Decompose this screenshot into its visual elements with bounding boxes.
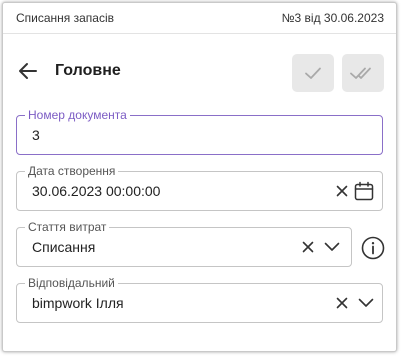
expense-item-label: Стаття витрат [25,220,110,234]
close-icon [336,185,348,197]
window-title: Списання запасів [16,11,115,25]
created-date-label: Дата створення [25,164,119,178]
responsible-field[interactable]: Відповідальний bimpwork Ілля [16,276,383,323]
document-info: №3 від 30.06.2023 [281,11,384,25]
responsible-dropdown-button[interactable] [355,292,377,314]
document-window: Списання запасів №3 від 30.06.2023 Голов… [2,2,397,352]
chevron-down-icon [358,298,374,307]
approve-all-button[interactable] [342,54,384,92]
info-icon [361,236,385,260]
back-button[interactable] [16,59,40,83]
check-icon [305,67,321,79]
doc-number-label: Номер документа [25,108,130,122]
section-title: Головне [55,62,121,79]
arrow-left-icon [19,63,37,79]
expense-item-info-button[interactable] [360,235,386,261]
approve-button[interactable] [292,54,334,92]
close-icon [336,297,348,309]
close-icon [302,241,314,253]
title-bar: Списання запасів №3 від 30.06.2023 [3,3,396,34]
clear-date-button[interactable] [331,180,353,202]
expense-item-value: Списання [32,239,96,255]
responsible-value: bimpwork Ілля [32,295,124,311]
expense-item-dropdown-button[interactable] [321,236,343,258]
clear-expense-item-button[interactable] [297,236,319,258]
expense-item-field[interactable]: Стаття витрат Списання [16,220,352,267]
doc-number-field[interactable]: Номер документа 3 [16,108,383,155]
doc-number-value: 3 [32,127,40,143]
clear-responsible-button[interactable] [331,292,353,314]
created-date-value: 30.06.2023 00:00:00 [32,183,161,199]
responsible-label: Відповідальний [25,276,118,290]
calendar-icon [354,181,374,201]
double-check-icon [350,67,371,79]
calendar-button[interactable] [353,180,375,202]
chevron-down-icon [324,242,340,251]
created-date-field[interactable]: Дата створення 30.06.2023 00:00:00 [16,164,383,211]
